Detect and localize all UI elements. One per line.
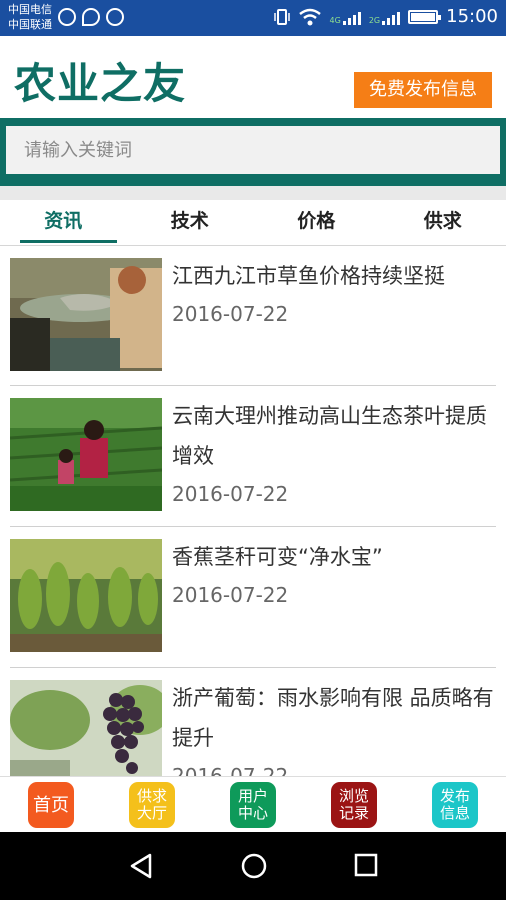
status-icons-right: 4G 2G 15:00	[273, 6, 498, 27]
message-icon	[82, 8, 100, 26]
news-date: 2016-07-22	[172, 482, 289, 506]
tab-price[interactable]: 价格	[253, 200, 380, 245]
tab-supply[interactable]: 供求	[380, 200, 506, 245]
nav-user-center-button[interactable]: 用户中心	[230, 782, 276, 828]
publish-info-button[interactable]: 免费发布信息	[354, 72, 492, 108]
nav-publish-label: 发布信息	[439, 787, 470, 822]
nav-supply-hall-button[interactable]: 供求大厅	[129, 782, 175, 828]
news-title: 江西九江市草鱼价格持续坚挺	[172, 264, 445, 288]
tab-news[interactable]: 资讯	[0, 200, 127, 245]
network-type-1: 4G	[329, 15, 341, 25]
divider-band	[0, 186, 506, 200]
recents-icon[interactable]	[354, 852, 378, 878]
wifi-icon	[298, 8, 321, 25]
search-bar	[0, 118, 506, 186]
system-nav-bar	[0, 832, 506, 900]
fish-farming-photo	[10, 258, 162, 371]
news-date: 2016-07-22	[172, 302, 289, 326]
vibrate-icon	[273, 8, 290, 25]
category-tabs: 资讯 技术 价格 供求	[0, 200, 506, 246]
signal-icon-2	[382, 9, 401, 25]
location-icon	[58, 8, 76, 26]
home-icon[interactable]	[240, 852, 268, 880]
back-icon[interactable]	[128, 852, 154, 880]
dual-signal: 4G	[330, 9, 361, 25]
nav-history-label: 浏览记录	[338, 787, 369, 822]
news-date: 2016-07-22	[172, 764, 289, 776]
status-icons-left	[58, 8, 124, 26]
blocked-icon	[106, 8, 124, 26]
news-item[interactable]: 江西九江市草鱼价格持续坚挺 2016-07-22	[10, 246, 496, 386]
search-input[interactable]	[6, 126, 500, 174]
nav-publish-button[interactable]: 发布信息	[432, 782, 478, 828]
news-item[interactable]: 浙产葡萄：雨水影响有限 品质略有提升 2016-07-22	[10, 668, 496, 776]
app-header: 农业之友 免费发布信息	[0, 36, 506, 118]
tab-tech[interactable]: 技术	[127, 200, 254, 245]
carrier-info: 中国电信 中国联通	[8, 2, 52, 32]
nav-supply-hall-label: 供求大厅	[136, 787, 167, 822]
nav-home-label: 首页	[33, 794, 69, 816]
news-date: 2016-07-22	[172, 583, 289, 607]
news-item[interactable]: 云南大理州推动高山生态茶叶提质增效 2016-07-22	[10, 386, 496, 527]
carrier-2: 中国联通	[8, 18, 52, 31]
news-item[interactable]: 香蕉茎秆可变“净水宝” 2016-07-22	[10, 527, 496, 668]
news-list: 江西九江市草鱼价格持续坚挺 2016-07-22 云南大理州推动高山生态茶叶提质…	[0, 246, 506, 776]
grapes-photo	[10, 680, 162, 776]
signal-icon	[342, 9, 361, 25]
app-title: 农业之友	[14, 59, 187, 108]
tea-picking-photo	[10, 398, 162, 511]
carrier-1: 中国电信	[8, 3, 52, 16]
news-title: 浙产葡萄：雨水影响有限 品质略有提升	[172, 686, 494, 750]
signal-2: 2G	[368, 9, 401, 25]
battery-icon	[408, 9, 442, 24]
nav-user-center-label: 用户中心	[237, 787, 268, 822]
nav-history-button[interactable]: 浏览记录	[331, 782, 377, 828]
banana-plantation-photo	[10, 539, 162, 652]
bottom-nav: 首页 供求大厅 用户中心 浏览记录 发布信息	[0, 776, 506, 832]
status-bar: 中国电信 中国联通 4G 2G 15:00	[0, 0, 506, 36]
network-type-3: 2G	[368, 15, 381, 25]
news-title: 云南大理州推动高山生态茶叶提质增效	[172, 404, 487, 468]
clock: 15:00	[446, 6, 498, 27]
news-title: 香蕉茎秆可变“净水宝”	[172, 545, 383, 569]
nav-home-button[interactable]: 首页	[28, 782, 74, 828]
